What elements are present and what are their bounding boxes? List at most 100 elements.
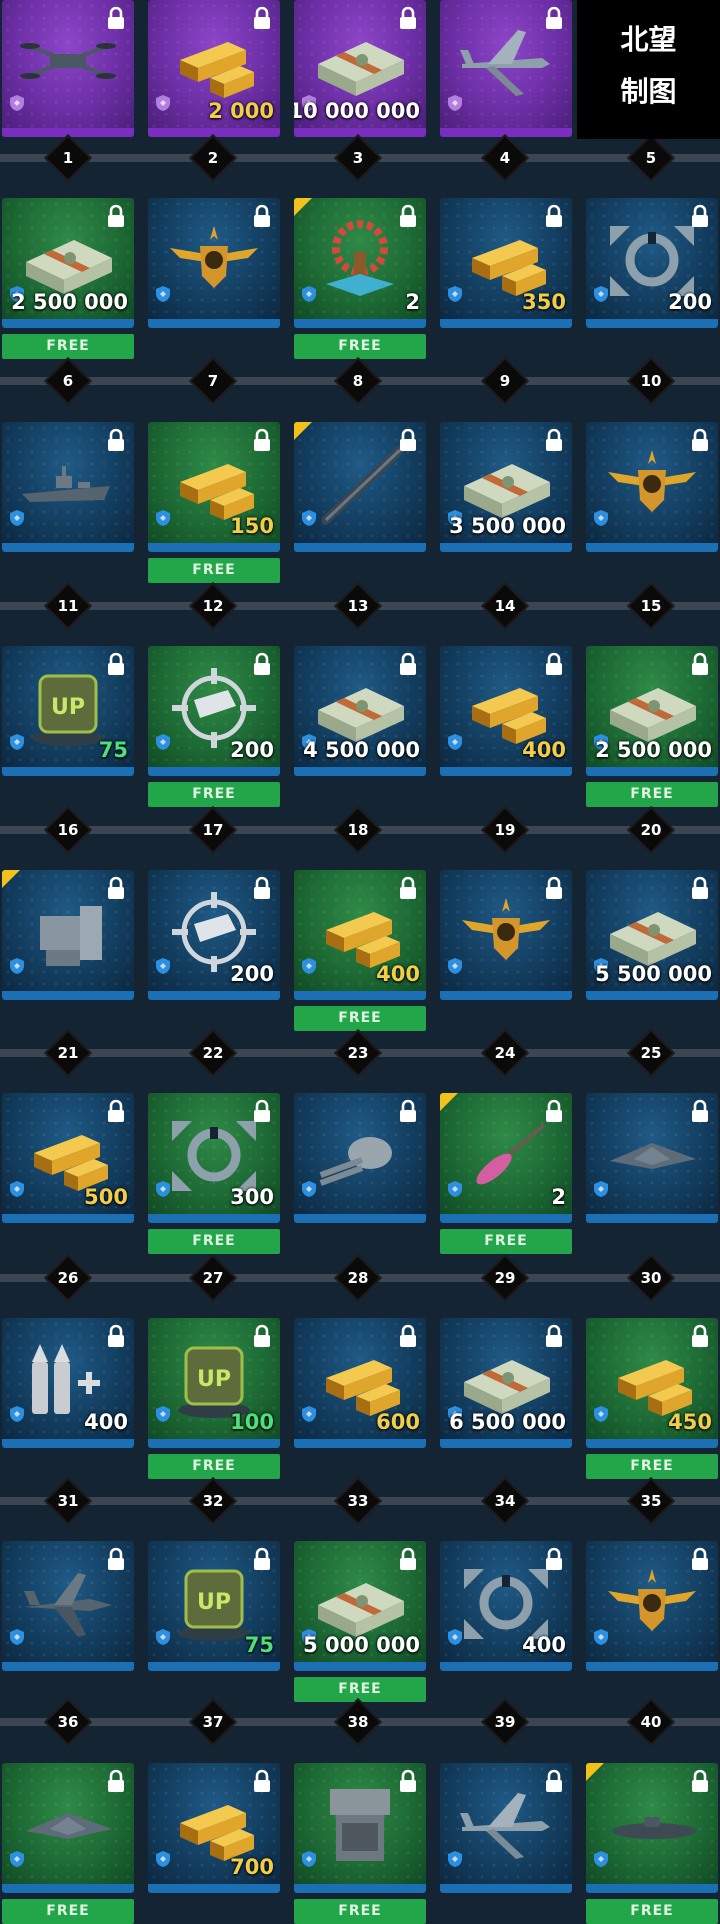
free-reward-button[interactable]: FREE	[294, 1006, 426, 1031]
reward-tile[interactable]	[440, 870, 572, 1000]
free-reward-button[interactable]: FREE	[148, 782, 280, 807]
reward-tile[interactable]: 400	[2, 1318, 134, 1448]
reward-tile[interactable]: 500	[2, 1093, 134, 1223]
reward-tile[interactable]: 2	[440, 1093, 572, 1223]
reward-tile[interactable]: 2	[294, 198, 426, 328]
reward-tile[interactable]	[2, 1763, 134, 1893]
reward-amount: 200	[230, 962, 274, 986]
shield-icon	[594, 1181, 608, 1197]
shield-icon	[10, 1181, 24, 1197]
lock-icon	[254, 429, 270, 451]
reward-tile[interactable]: 200	[586, 198, 718, 328]
fighter-jet-icon	[24, 1573, 112, 1637]
free-reward-button[interactable]: FREE	[294, 334, 426, 359]
reward-tile[interactable]: 350	[440, 198, 572, 328]
rare-corner-marker	[294, 198, 312, 216]
reward-tile[interactable]: 600	[294, 1318, 426, 1448]
reward-tile[interactable]	[2, 0, 134, 137]
reward-tile[interactable]	[2, 870, 134, 1000]
shield-icon	[156, 510, 170, 526]
free-reward-button[interactable]: FREE	[148, 558, 280, 583]
reward-tile[interactable]: 200	[148, 870, 280, 1000]
reward-tile[interactable]	[586, 1541, 718, 1671]
reward-tile[interactable]	[440, 1763, 572, 1893]
watermark-line-2: 制图	[620, 75, 677, 108]
reward-tile[interactable]	[440, 0, 572, 137]
drone-icon	[20, 43, 116, 79]
reward-amount: 450	[668, 1410, 712, 1434]
reward-amount: 350	[522, 290, 566, 314]
shield-icon	[448, 95, 462, 111]
lock-icon	[692, 429, 708, 451]
reward-tile[interactable]	[294, 422, 426, 552]
lock-icon	[108, 429, 124, 451]
lock-icon	[692, 1325, 708, 1347]
shield-icon	[448, 1181, 462, 1197]
reward-tile[interactable]: 6 500 000	[440, 1318, 572, 1448]
lock-icon	[546, 653, 562, 675]
reward-amount: 6 500 000	[449, 1410, 566, 1434]
reward-tile[interactable]	[294, 1763, 426, 1893]
reward-tile[interactable]: UP 75	[2, 646, 134, 776]
level-number: 28	[347, 1269, 369, 1287]
reward-tile[interactable]: 400	[294, 870, 426, 1000]
attack-plane-icon	[460, 30, 550, 96]
free-reward-button[interactable]: FREE	[2, 1899, 134, 1924]
rare-corner-marker	[294, 422, 312, 440]
shield-icon	[448, 1851, 462, 1867]
reward-tile[interactable]	[586, 1093, 718, 1223]
reward-tile[interactable]: 5 000 000	[294, 1541, 426, 1671]
free-reward-button[interactable]: FREE	[440, 1229, 572, 1254]
shield-icon	[448, 1629, 462, 1645]
lock-icon	[692, 877, 708, 899]
free-reward-button[interactable]: FREE	[294, 1899, 426, 1924]
level-number: 1	[62, 149, 74, 167]
lock-icon	[254, 1325, 270, 1347]
lock-icon	[692, 1770, 708, 1792]
free-reward-button[interactable]: FREE	[294, 1677, 426, 1702]
reward-tile[interactable]: 400	[440, 646, 572, 776]
free-reward-button[interactable]: FREE	[148, 1229, 280, 1254]
lock-icon	[108, 1770, 124, 1792]
level-number: 40	[640, 1713, 662, 1731]
lock-icon	[108, 1548, 124, 1570]
reward-tile[interactable]: UP 75	[148, 1541, 280, 1671]
reward-tile[interactable]: 4 500 000	[294, 646, 426, 776]
shield-icon	[10, 1629, 24, 1645]
reward-tile[interactable]: 2 500 000	[2, 198, 134, 328]
reward-tile[interactable]	[294, 1093, 426, 1223]
free-reward-button[interactable]: FREE	[148, 1454, 280, 1479]
reward-tile[interactable]: 200	[148, 646, 280, 776]
reward-tile[interactable]	[2, 422, 134, 552]
level-number: 16	[57, 821, 79, 839]
level-number: 39	[494, 1713, 516, 1731]
reward-amount: 2	[551, 1185, 566, 1209]
free-reward-button[interactable]: FREE	[586, 1899, 718, 1924]
shield-icon	[448, 958, 462, 974]
reward-tile[interactable]: 10 000 000	[294, 0, 426, 137]
reward-tile[interactable]: 450	[586, 1318, 718, 1448]
reward-tile[interactable]	[586, 422, 718, 552]
reward-tile[interactable]: 700	[148, 1763, 280, 1893]
reward-tile[interactable]: 150	[148, 422, 280, 552]
reward-amount: 3 500 000	[449, 514, 566, 538]
free-reward-button[interactable]: FREE	[2, 334, 134, 359]
free-reward-button[interactable]: FREE	[586, 782, 718, 807]
reward-tile[interactable]: 5 500 000	[586, 870, 718, 1000]
free-reward-button[interactable]: FREE	[586, 1454, 718, 1479]
reward-tile[interactable]	[586, 1763, 718, 1893]
reward-tile[interactable]: 400	[440, 1541, 572, 1671]
reward-tile[interactable]: UP 100	[148, 1318, 280, 1448]
rare-corner-marker	[440, 1093, 458, 1111]
reward-tile[interactable]: 300	[148, 1093, 280, 1223]
shield-icon	[594, 286, 608, 302]
reward-amount: 2 000	[208, 99, 274, 123]
reward-tile[interactable]	[2, 1541, 134, 1671]
reward-tile[interactable]: 2 000	[148, 0, 280, 137]
reward-tile[interactable]: 2 500 000	[586, 646, 718, 776]
winged-emblem-icon	[170, 226, 258, 288]
reward-tile[interactable]: 3 500 000	[440, 422, 572, 552]
svg-text:UP: UP	[197, 1590, 231, 1615]
reward-amount: 500	[84, 1185, 128, 1209]
reward-tile[interactable]	[148, 198, 280, 328]
